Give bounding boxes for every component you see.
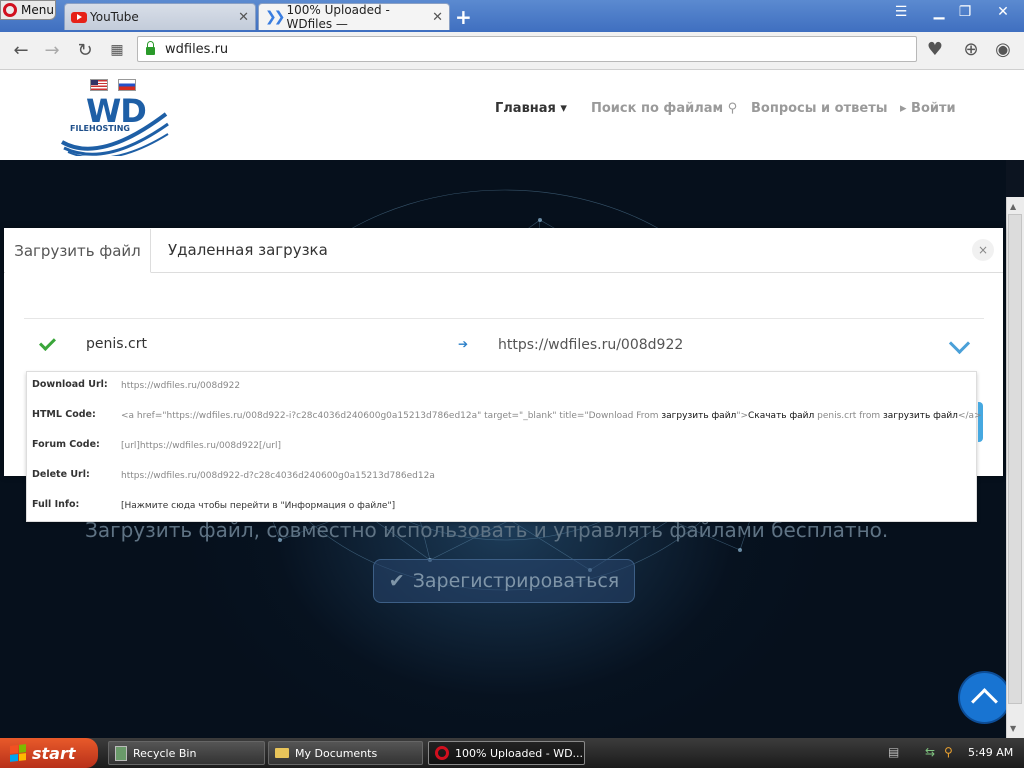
html-code-part: </a> <box>957 411 982 421</box>
html-code-part: загрузить файл <box>661 411 737 421</box>
file-name: penis.crt <box>86 336 147 352</box>
full-info-label: Full Info: <box>32 499 80 510</box>
address-text: wdfiles.ru <box>165 41 229 57</box>
download-url-value[interactable]: https://wdfiles.ru/008d922 <box>121 381 240 391</box>
recycle-bin-icon <box>115 745 127 761</box>
bookmark-heart-icon[interactable]: ♥ <box>924 39 946 60</box>
forum-code-value[interactable]: [url]https://wdfiles.ru/008d922[/url] <box>121 441 281 451</box>
forward-icon[interactable]: → <box>41 40 63 61</box>
opera-logo-icon <box>435 746 449 760</box>
taskbar-item-my-documents[interactable]: My Documents <box>268 741 423 765</box>
close-window-icon[interactable]: ✕ <box>990 3 1016 21</box>
tab-wdfiles[interactable]: ❯❯ 100% Uploaded - WDfiles — ✕ <box>258 3 450 31</box>
taskbar-item-opera[interactable]: 100% Uploaded - WD... <box>428 741 585 765</box>
tab-label: YouTube <box>90 10 139 24</box>
reload-icon[interactable]: ↻ <box>74 40 96 61</box>
flag-russian-icon[interactable] <box>118 79 136 91</box>
restore-icon[interactable]: ❐ <box>952 3 978 21</box>
taskbar-item-label: Recycle Bin <box>133 746 197 760</box>
scrollbar-thumb[interactable] <box>1008 214 1022 704</box>
start-label: start <box>32 743 76 763</box>
new-tab-button[interactable]: + <box>455 5 472 29</box>
lock-icon <box>146 41 155 55</box>
delete-url-value[interactable]: https://wdfiles.ru/008d922-d?c28c4036d24… <box>121 471 435 481</box>
scroll-up-icon[interactable]: ▲ <box>1010 202 1016 211</box>
start-button[interactable]: start <box>0 738 98 768</box>
checkmark-icon: ✔ <box>388 570 405 592</box>
search-icon[interactable]: ⚲ <box>944 745 953 759</box>
taskbar-item-label: 100% Uploaded - WD... <box>455 746 584 760</box>
html-code-label: HTML Code: <box>32 409 96 420</box>
windows-logo-icon <box>10 744 26 762</box>
full-info-link[interactable]: [Нажмите сюда чтобы перейти в "Информаци… <box>121 501 395 511</box>
html-code-value[interactable]: <a href="https://wdfiles.ru/008d922-i?c2… <box>121 411 982 421</box>
flag-english-icon[interactable] <box>90 79 108 91</box>
account-icon[interactable]: ◉ <box>992 39 1014 60</box>
network-icon[interactable]: ⇆ <box>925 745 935 759</box>
menu-label: Menu <box>21 3 54 17</box>
html-code-part: penis.crt from <box>814 411 884 421</box>
back-icon[interactable]: ← <box>10 40 32 61</box>
logo-subtitle: FILEHOSTING <box>70 124 130 133</box>
delete-url-label: Delete Url: <box>32 469 90 480</box>
close-tab-icon[interactable]: ✕ <box>238 10 249 25</box>
tab-label: 100% Uploaded - WDfiles — <box>286 3 390 31</box>
register-label: Зарегистрироваться <box>412 570 620 592</box>
nav-home[interactable]: Главная ▾ <box>495 101 567 116</box>
html-code-part: Скачать файл <box>748 411 815 421</box>
file-url[interactable]: https://wdfiles.ru/008d922 <box>498 337 683 353</box>
opera-logo-icon <box>3 3 17 17</box>
tab-remote-upload[interactable]: Удаленная загрузка <box>168 241 328 259</box>
arrow-right-icon: ➔ <box>458 337 469 351</box>
download-url-label: Download Url: <box>32 379 108 390</box>
speed-dial-icon[interactable]: ▦ <box>106 42 128 58</box>
address-input[interactable]: wdfiles.ru <box>137 36 917 62</box>
upload-button-edge[interactable] <box>978 402 983 442</box>
forum-code-label: Forum Code: <box>32 439 100 450</box>
html-code-part: <a href="https://wdfiles.ru/008d922-i?c2… <box>121 411 662 421</box>
youtube-icon <box>71 11 87 23</box>
taskbar-item-label: My Documents <box>295 746 378 760</box>
tab-menu-icon[interactable]: ☰ <box>888 3 914 21</box>
keyboard-icon[interactable]: ▤ <box>888 745 899 759</box>
language-flags <box>90 79 136 91</box>
modal-tab-strip <box>4 228 1003 273</box>
opera-menu-button[interactable]: Menu <box>0 0 56 20</box>
tab-upload-file[interactable]: Загрузить файл <box>5 229 151 273</box>
system-clock: 5:49 AM <box>968 746 1014 759</box>
html-code-part: загрузить файл <box>883 411 958 421</box>
minimize-icon[interactable]: ▁ <box>926 3 952 21</box>
html-code-part: "> <box>736 411 748 421</box>
close-tab-icon[interactable]: ✕ <box>432 10 443 25</box>
scroll-down-icon[interactable]: ▼ <box>1010 724 1016 733</box>
download-icon[interactable]: ⊕ <box>960 39 982 60</box>
folder-icon <box>275 748 289 758</box>
register-button[interactable]: ✔ Зарегистрироваться <box>373 559 635 603</box>
modal-close-button[interactable]: × <box>972 239 994 261</box>
scroll-to-top-button[interactable] <box>960 673 1009 722</box>
taskbar-item-recycle-bin[interactable]: Recycle Bin <box>108 741 265 765</box>
nav-faq[interactable]: Вопросы и ответы <box>751 101 887 116</box>
nav-search-files[interactable]: Поиск по файлам ⚲ <box>591 101 737 116</box>
nav-login[interactable]: ▸ Войти <box>900 101 956 116</box>
tab-youtube[interactable]: YouTube ✕ <box>64 3 256 30</box>
wdfiles-favicon-icon: ❯❯ <box>265 9 286 25</box>
